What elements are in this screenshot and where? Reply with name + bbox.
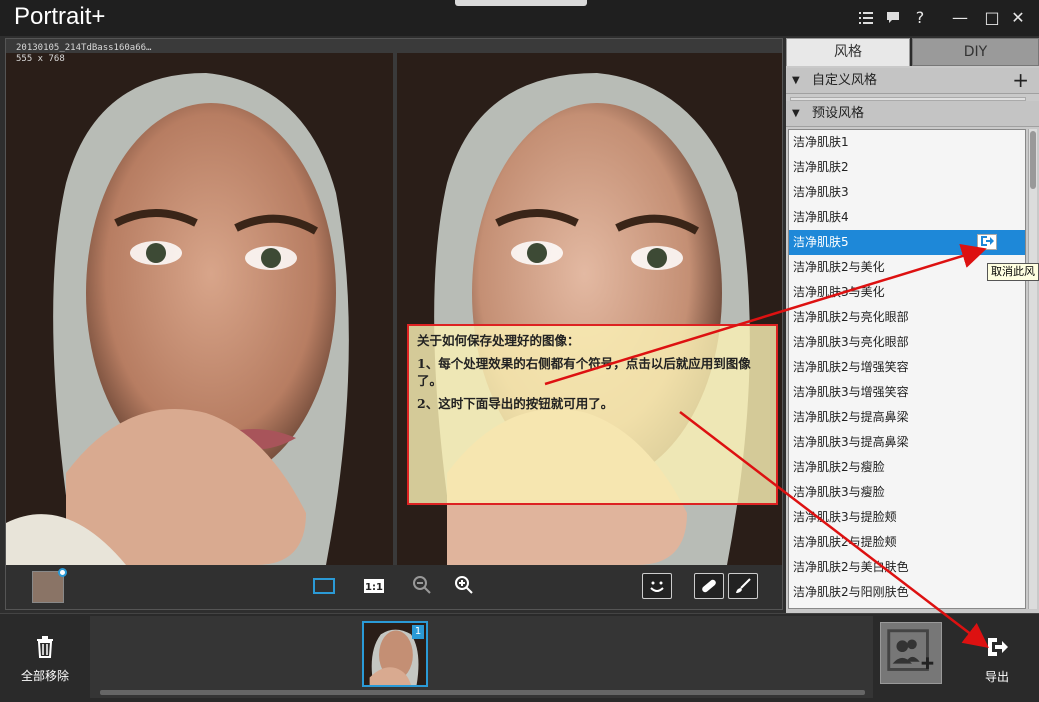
chat-icon[interactable] <box>881 6 905 30</box>
thumbnail-indicator <box>58 568 67 577</box>
preset-style-list: 洁净肌肤1 洁净肌肤2 洁净肌肤3 洁净肌肤4 洁净肌肤5 洁净肌肤2与美化 洁净肌肤3与美… <box>788 129 1026 609</box>
style-item-label: 洁净肌肤1 <box>793 135 849 149</box>
style-list-item[interactable]: 洁净肌肤3 <box>789 180 1025 205</box>
bandage-icon[interactable] <box>694 573 724 599</box>
style-item-label: 洁净肌肤2与美白肤色 <box>793 560 909 574</box>
style-list-item[interactable]: 洁净肌肤2与亮化眼部 <box>789 305 1025 330</box>
annotation-note: 关于如何保存处理好的图像： 1、每个处理效果的右侧都有个符号，点击以后就应用到图… <box>407 324 778 505</box>
style-item-label: 洁净肌肤3与提高鼻梁 <box>793 435 909 449</box>
bottom-bar: 全部移除 1 导出 <box>0 613 1039 702</box>
style-list-item[interactable]: 洁净肌肤3与提高鼻梁 <box>789 430 1025 455</box>
app-title: Portrait+ <box>14 3 106 30</box>
note-step-1: 1、每个处理效果的右侧都有个符号，点击以后就应用到图像了。 <box>417 356 751 388</box>
style-item-label: 洁净肌肤2与提脸颊 <box>793 535 897 549</box>
close-button[interactable]: ✕ <box>1006 6 1030 30</box>
style-list-item[interactable]: 洁净肌肤2与美白肤色 <box>789 555 1025 580</box>
file-name: 20130105_214TdBass160a66… <box>16 43 152 53</box>
filmstrip: 1 <box>90 616 873 698</box>
brush-icon[interactable] <box>728 573 758 599</box>
style-item-label: 洁净肌肤2与瘦脸 <box>793 460 885 474</box>
custom-style-section[interactable]: ▼ 自定义风格 + <box>786 68 1039 94</box>
tooltip: 取消此风 <box>987 263 1039 281</box>
style-list-item[interactable]: 洁净肌肤2与提脸颊 <box>789 530 1025 555</box>
style-item-label: 洁净肌肤2与增强笑容 <box>793 360 909 374</box>
list-icon[interactable] <box>854 6 878 30</box>
apply-style-icon[interactable] <box>977 234 997 250</box>
style-item-label: 洁净肌肤2与美化 <box>793 260 885 274</box>
add-person-icon <box>887 629 934 671</box>
file-info: 20130105_214TdBass160a66… 555 x 768 <box>16 43 151 65</box>
style-item-label: 洁净肌肤3与美化 <box>793 285 885 299</box>
style-list-item[interactable]: 洁净肌肤3与瘦脸 <box>789 480 1025 505</box>
style-list-item[interactable]: 洁净肌肤2与提高鼻梁 <box>789 405 1025 430</box>
tab-diy[interactable]: DIY <box>912 38 1039 66</box>
collapse-triangle-icon: ▼ <box>792 108 800 119</box>
style-list-item[interactable]: 洁净肌肤5 <box>789 230 1025 255</box>
original-thumbnail[interactable] <box>32 568 67 603</box>
style-list-item[interactable]: 洁净肌肤4 <box>789 205 1025 230</box>
style-item-label: 洁净肌肤2与亮化眼部 <box>793 310 909 324</box>
face-detect-icon[interactable] <box>642 573 672 599</box>
add-style-icon[interactable]: + <box>1012 68 1029 92</box>
remove-all-label: 全部移除 <box>20 669 69 683</box>
style-item-label: 洁净肌肤3 <box>793 185 849 199</box>
tab-style[interactable]: 风格 <box>786 38 910 66</box>
panel-tabs: 风格 DIY <box>786 38 1039 66</box>
minimize-button[interactable]: — <box>948 6 972 30</box>
export-button[interactable]: 导出 <box>968 636 1026 685</box>
style-list-item[interactable]: 洁净肌肤3与美化 <box>789 280 1025 305</box>
filmstrip-scrollbar[interactable] <box>100 690 865 695</box>
collapse-triangle-icon: ▼ <box>792 75 800 86</box>
style-list-scrollbar[interactable] <box>1028 129 1037 609</box>
style-list-item[interactable]: 洁净肌肤2与阳刚肤色 <box>789 580 1025 605</box>
help-button[interactable]: ? <box>908 6 932 30</box>
style-list-item[interactable]: 洁净肌肤3与亮化眼部 <box>789 330 1025 355</box>
remove-all-button[interactable]: 全部移除 <box>10 636 80 684</box>
maximize-button[interactable]: □ <box>980 6 1004 30</box>
scrollbar-thumb[interactable] <box>1030 131 1036 189</box>
style-list-item[interactable]: 洁净肌肤3与提脸颊 <box>789 505 1025 530</box>
style-item-label: 洁净肌肤2与提高鼻梁 <box>793 410 909 424</box>
export-label: 导出 <box>984 670 1009 684</box>
actual-size-icon[interactable]: 1:1 <box>362 575 386 597</box>
svg-text:1:1: 1:1 <box>365 582 383 593</box>
style-list-item[interactable]: 洁净肌肤1 <box>789 130 1025 155</box>
custom-style-label: 自定义风格 <box>812 73 878 88</box>
style-list-item[interactable]: 洁净肌肤2与瘦脸 <box>789 455 1025 480</box>
style-item-label: 洁净肌肤5 <box>793 235 849 249</box>
thumbnail-badge: 1 <box>412 625 424 639</box>
zoom-out-icon[interactable] <box>410 575 434 597</box>
style-list-item[interactable]: 洁净肌肤2与增强笑容 <box>789 355 1025 380</box>
app-window: Portrait+ ? — □ ✕ 20130105_214TdBass160a… <box>0 0 1039 702</box>
canvas-toolbar: 1:1 <box>6 565 782 609</box>
style-list-item[interactable]: 洁净肌肤2 <box>789 155 1025 180</box>
style-item-label: 洁净肌肤2 <box>793 160 849 174</box>
style-list-item[interactable]: 洁净肌肤3与增强笑容 <box>789 380 1025 405</box>
style-item-label: 洁净肌肤4 <box>793 210 849 224</box>
style-panel: 风格 DIY ▼ 自定义风格 + ▼ 预设风格 洁净肌肤1 洁净肌肤2 洁净肌肤3 洁… <box>786 38 1039 613</box>
export-icon <box>968 636 1026 666</box>
photo-thumbnail[interactable]: 1 <box>362 621 428 687</box>
preset-style-section[interactable]: ▼ 预设风格 <box>786 101 1039 127</box>
image-dimensions: 555 x 768 <box>16 54 65 64</box>
style-item-label: 洁净肌肤3与提脸颊 <box>793 510 897 524</box>
trash-icon <box>10 636 80 665</box>
title-bar-handle <box>455 0 587 6</box>
note-step-2: 2、这时下面导出的按钮就可用了。 <box>417 396 614 411</box>
zoom-in-icon[interactable] <box>452 575 476 597</box>
style-item-label: 洁净肌肤2与阳刚肤色 <box>793 585 909 599</box>
style-item-label: 洁净肌肤3与瘦脸 <box>793 485 885 499</box>
style-item-label: 洁净肌肤3与亮化眼部 <box>793 335 909 349</box>
photo-before <box>6 53 393 565</box>
split-view-icon[interactable] <box>312 575 336 597</box>
style-item-label: 洁净肌肤3与增强笑容 <box>793 385 909 399</box>
preset-style-label: 预设风格 <box>812 106 865 121</box>
note-title: 关于如何保存处理好的图像： <box>417 333 580 348</box>
title-bar: Portrait+ ? — □ ✕ <box>0 0 1039 36</box>
add-photo-button[interactable] <box>880 622 942 684</box>
